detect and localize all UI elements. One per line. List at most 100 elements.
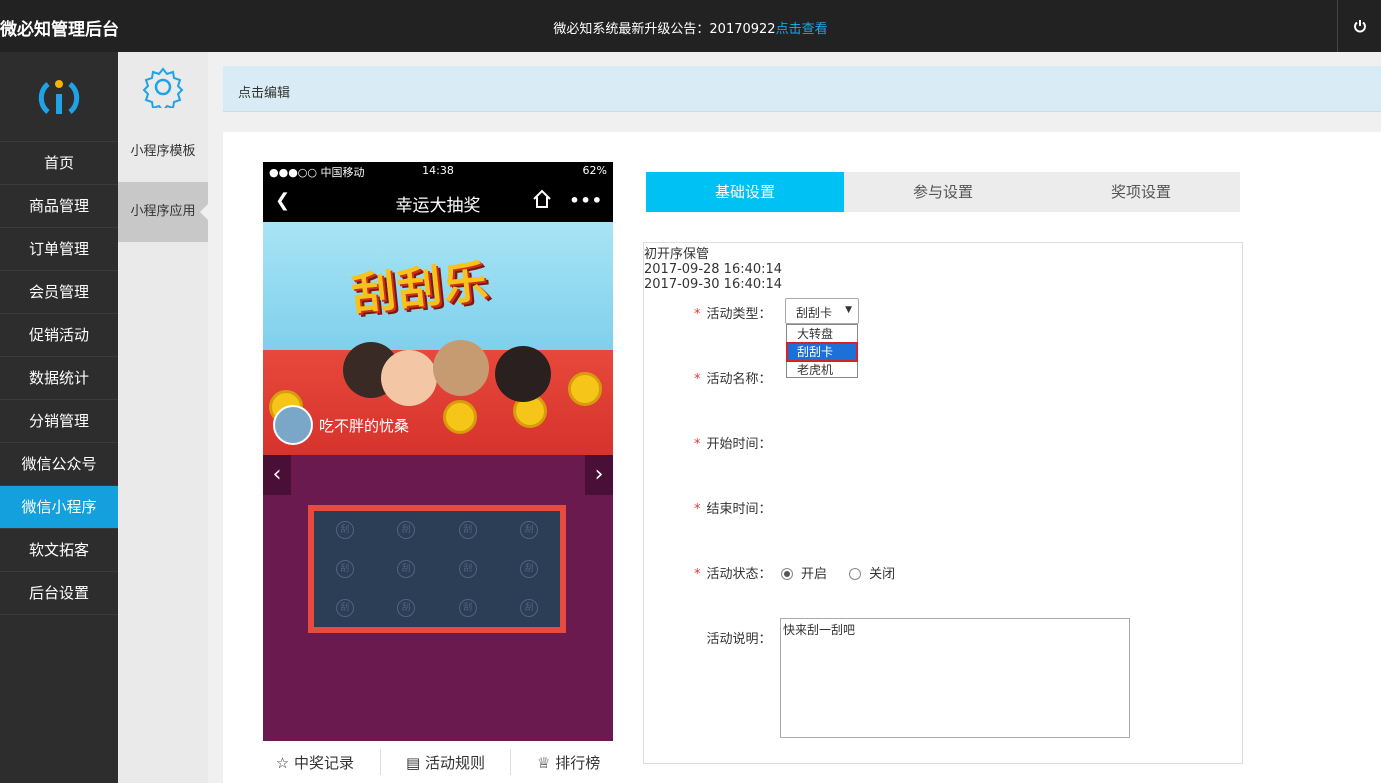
character-illustration bbox=[495, 346, 551, 402]
more-icon[interactable]: ••• bbox=[569, 191, 603, 210]
description-textarea[interactable]: 快来刮一刮吧 bbox=[780, 618, 1130, 738]
coin-icon bbox=[568, 372, 602, 406]
winner-user: 吃不胖的忧桑 bbox=[273, 405, 409, 445]
required-mark: * bbox=[694, 307, 701, 322]
nav-item-members[interactable]: 会员管理 bbox=[0, 271, 118, 314]
status-time: 14:38 bbox=[422, 164, 454, 177]
winning-records-button[interactable]: ☆ 中奖记录 bbox=[276, 752, 354, 773]
activity-type-value: 刮刮卡 bbox=[796, 306, 833, 320]
start-time-input[interactable]: 2017-09-28 16:40:14 bbox=[644, 262, 1242, 277]
coin-icon bbox=[443, 400, 477, 434]
nav-item-statistics[interactable]: 数据统计 bbox=[0, 357, 118, 400]
notice-text: 微必知系统最新升级公告：20170922 bbox=[553, 22, 776, 37]
required-mark: * bbox=[694, 372, 701, 387]
status-off-radio[interactable] bbox=[849, 568, 862, 580]
status-options: 开启 关闭 bbox=[781, 563, 895, 582]
sub-nav: 小程序模板 小程序应用 bbox=[118, 52, 208, 783]
end-time-label: * 结束时间： bbox=[694, 502, 772, 517]
subnav-item-apps[interactable]: 小程序应用 bbox=[118, 182, 208, 242]
winning-records-label: 中奖记录 bbox=[293, 753, 354, 772]
nav-item-articles[interactable]: 软文拓客 bbox=[0, 529, 118, 572]
activity-type-dropdown: 大转盘 刮刮卡 老虎机 bbox=[786, 324, 858, 378]
scratch-glyph: 刮 bbox=[397, 598, 416, 617]
scratch-card[interactable]: 刮 刮 刮 刮 刮 刮 刮 刮 刮 刮 刮 刮 bbox=[308, 505, 566, 633]
notice-link[interactable]: 点击查看 bbox=[776, 22, 828, 37]
prev-arrow-icon[interactable]: ‹ bbox=[263, 455, 291, 495]
required-mark: * bbox=[694, 502, 701, 517]
scratch-glyph: 刮 bbox=[335, 559, 354, 578]
tab-basic-settings[interactable]: 基础设置 bbox=[646, 172, 844, 212]
brand-logo-icon bbox=[38, 79, 80, 114]
nav-item-products[interactable]: 商品管理 bbox=[0, 185, 118, 228]
status-on-label: 开启 bbox=[801, 567, 828, 582]
gear-area bbox=[118, 52, 208, 122]
rules-label: 活动规则 bbox=[424, 753, 485, 772]
description-label: *活动说明： bbox=[706, 632, 772, 647]
gear-icon bbox=[142, 67, 184, 108]
power-button[interactable] bbox=[1337, 0, 1381, 52]
settings-form: * 活动类型： 刮刮卡 ▼ * 活动名称： 初开序保管 * 开始时间： 2017-09… bbox=[643, 242, 1243, 764]
nav-item-mini-program[interactable]: 微信小程序 bbox=[0, 486, 118, 529]
option-scratch-card[interactable]: 刮刮卡 bbox=[786, 342, 858, 362]
option-slot-machine[interactable]: 老虎机 bbox=[787, 361, 857, 379]
activity-type-select[interactable]: 刮刮卡 ▼ bbox=[785, 298, 859, 324]
scratch-glyph: 刮 bbox=[520, 598, 539, 617]
scratch-glyph: 刮 bbox=[520, 521, 539, 540]
character-illustration bbox=[381, 350, 437, 406]
nav-item-distribution[interactable]: 分销管理 bbox=[0, 400, 118, 443]
star-icon: ☆ bbox=[275, 753, 290, 772]
activity-type-label: * 活动类型： bbox=[694, 307, 772, 322]
status-off-label: 关闭 bbox=[869, 567, 896, 582]
scratch-glyph: 刮 bbox=[458, 521, 477, 540]
character-illustration bbox=[433, 340, 489, 396]
status-on-radio[interactable] bbox=[781, 568, 793, 580]
leaderboard-label: 排行榜 bbox=[555, 753, 601, 772]
edit-bar: 点击编辑 bbox=[223, 66, 1381, 112]
activity-name-label: * 活动名称： bbox=[694, 372, 772, 387]
phone-title-bar: ❮ 幸运大抽奖 ••• bbox=[263, 180, 613, 222]
home-icon[interactable] bbox=[531, 188, 553, 210]
main-nav: 首页 商品管理 订单管理 会员管理 促销活动 数据统计 分销管理 微信公众号 微… bbox=[0, 52, 118, 783]
start-time-label: * 开始时间： bbox=[694, 437, 772, 452]
activity-status-label: * 活动状态： bbox=[694, 567, 772, 582]
nav-item-settings[interactable]: 后台设置 bbox=[0, 572, 118, 615]
required-mark: * bbox=[694, 567, 701, 582]
tab-participation-settings[interactable]: 参与设置 bbox=[844, 172, 1042, 212]
top-bar: 微必知管理后台 微必知系统最新升级公告：20170922点击查看 bbox=[0, 0, 1381, 52]
banner-title: 刮刮乐 bbox=[349, 255, 492, 322]
scratch-glyph: 刮 bbox=[520, 559, 539, 578]
end-time-input[interactable]: 2017-09-30 16:40:14 bbox=[644, 277, 1242, 292]
activity-name-input[interactable]: 初开序保管 bbox=[644, 243, 1242, 262]
next-arrow-icon[interactable]: › bbox=[585, 455, 613, 495]
trophy-icon: ♕ bbox=[536, 753, 551, 772]
nav-item-promotions[interactable]: 促销活动 bbox=[0, 314, 118, 357]
scratch-glyph: 刮 bbox=[335, 598, 354, 617]
scratch-glyph: 刮 bbox=[458, 559, 477, 578]
scratch-glyph: 刮 bbox=[458, 598, 477, 617]
nav-item-home[interactable]: 首页 bbox=[0, 142, 118, 185]
tab-prize-settings[interactable]: 奖项设置 bbox=[1042, 172, 1240, 212]
logo bbox=[0, 52, 118, 142]
required-mark: * bbox=[694, 437, 701, 452]
rules-button[interactable]: ▤ 活动规则 bbox=[406, 752, 485, 773]
power-icon bbox=[1353, 20, 1366, 33]
chevron-down-icon: ▼ bbox=[845, 305, 852, 315]
phone-bottom-bar: ☆ 中奖记录 ▤ 活动规则 ♕ 排行榜 bbox=[263, 741, 613, 783]
nav-item-wechat-official[interactable]: 微信公众号 bbox=[0, 443, 118, 486]
settings-tabs: 基础设置 参与设置 奖项设置 bbox=[646, 172, 1240, 212]
scratch-area: ‹ › 刮 刮 刮 刮 刮 刮 刮 刮 刮 刮 刮 刮 bbox=[263, 455, 613, 741]
scratch-glyph: 刮 bbox=[397, 559, 416, 578]
leaderboard-button[interactable]: ♕ 排行榜 bbox=[537, 752, 600, 773]
subnav-item-templates[interactable]: 小程序模板 bbox=[118, 122, 208, 182]
divider bbox=[379, 749, 381, 775]
promo-banner: 刮刮乐 吃不胖的忧桑 bbox=[263, 222, 613, 455]
phone-title: 幸运大抽奖 bbox=[395, 196, 481, 216]
nav-item-orders[interactable]: 订单管理 bbox=[0, 228, 118, 271]
battery-text: 62% bbox=[582, 164, 607, 177]
upgrade-notice: 微必知系统最新升级公告：20170922点击查看 bbox=[0, 18, 1381, 37]
user-name: 吃不胖的忧桑 bbox=[319, 416, 410, 435]
scratch-glyph: 刮 bbox=[335, 521, 354, 540]
main-panel: ●●●○○ 中国移动 14:38 62% ❮ 幸运大抽奖 ••• 刮刮乐 吃不胖… bbox=[223, 132, 1381, 783]
option-wheel[interactable]: 大转盘 bbox=[787, 325, 857, 343]
edit-link[interactable]: 点击编辑 bbox=[238, 82, 290, 101]
